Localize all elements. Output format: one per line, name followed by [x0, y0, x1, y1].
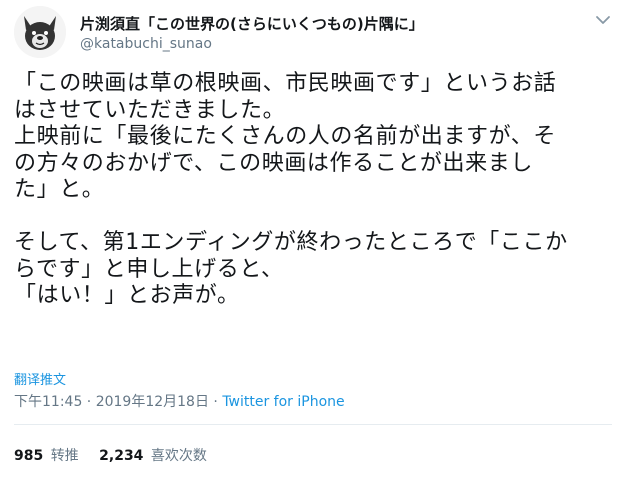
chevron-down-icon[interactable] [594, 12, 612, 26]
likes-count: 2,234 [99, 448, 144, 464]
translate-tweet-link[interactable]: 翻译推文 [14, 369, 66, 388]
tweet-text: 「この映画は草の根映画、市民映画です」というお話 はさせていただきました。 上映… [14, 71, 568, 308]
tweet-source-link[interactable]: Twitter for iPhone [222, 394, 344, 410]
author-display-name[interactable]: 片渕須直「この世界の(さらにいくつもの)片隅に」 [80, 13, 424, 34]
tweet-timestamp[interactable]: 下午11:45 · 2019年12月18日 · [14, 394, 222, 410]
tweet-stats: 985 转推 2,234 喜欢次数 [14, 445, 223, 465]
likes-stat[interactable]: 2,234 喜欢次数 [99, 445, 207, 465]
retweets-stat[interactable]: 985 转推 [14, 445, 79, 465]
divider [14, 424, 612, 425]
author-handle[interactable]: @katabuchi_sunao [80, 36, 212, 52]
retweets-label: 转推 [50, 448, 79, 464]
bulldog-avatar-icon [14, 6, 66, 58]
tweet-card: 片渕須直「この世界の(さらにいくつもの)片隅に」 @katabuchi_suna… [0, 0, 626, 480]
retweets-count: 985 [14, 448, 44, 464]
avatar[interactable] [14, 6, 66, 58]
likes-label: 喜欢次数 [150, 448, 207, 464]
tweet-meta: 下午11:45 · 2019年12月18日 · Twitter for iPho… [14, 391, 345, 411]
